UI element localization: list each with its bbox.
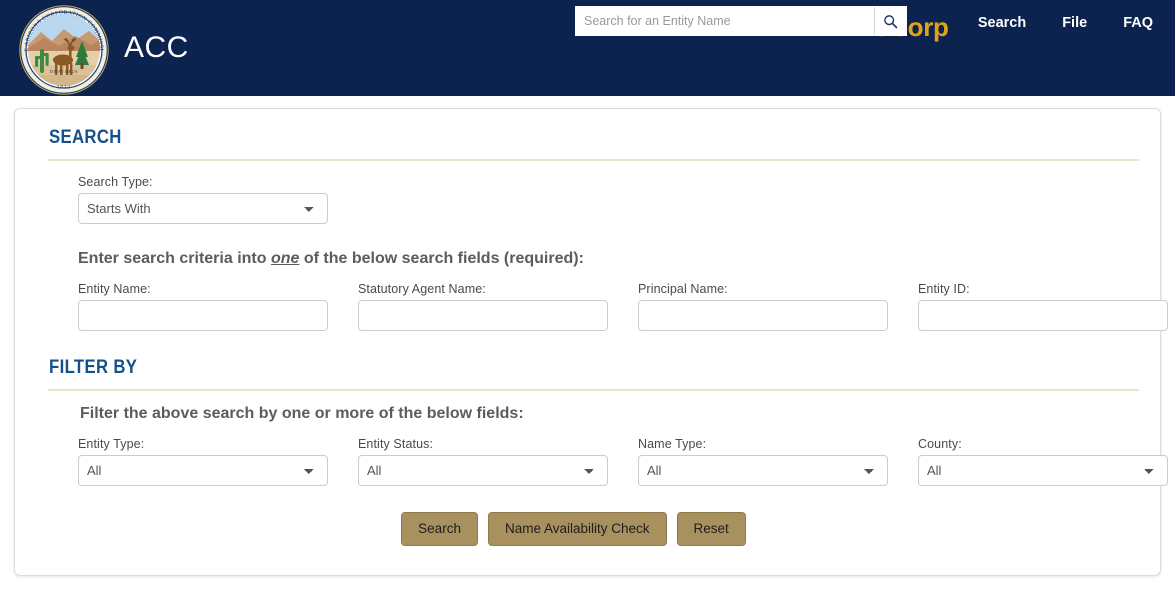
statutory-agent-name-input[interactable] [358,300,608,331]
name-availability-check-button[interactable]: Name Availability Check [487,512,667,546]
entity-id-input[interactable] [918,300,1168,331]
reset-button[interactable]: Reset [676,512,746,546]
acc-seal-icon: DITAT DEUS • 1912 • THE ARIZONA CORPORAT… [19,5,109,95]
filter-instruction: Filter the above search by one or more o… [80,405,524,422]
header-search-input[interactable] [576,7,874,35]
svg-text:DITAT DEUS: DITAT DEUS [50,69,78,74]
criteria-prefix: Enter search criteria into [78,250,271,267]
name-type-label: Name Type: [638,437,707,451]
entity-type-label: Entity Type: [78,437,145,451]
search-button[interactable]: Search [401,512,478,546]
entity-id-group: Entity ID: [918,282,1168,331]
search-criteria-instruction: Enter search criteria into one of the be… [78,250,1140,268]
main-nav: Search File FAQ [978,14,1153,32]
name-type-group: Name Type: All [638,437,888,486]
criteria-emphasis: one [270,250,300,267]
entity-type-select[interactable]: All [78,455,328,486]
filter-section-divider [48,389,1139,391]
search-card: SEARCH Search Type: Starts With Enter se… [14,108,1168,576]
principal-name-label: Principal Name: [638,282,728,296]
nav-item-search[interactable]: Search [978,14,1026,32]
nav-item-faq[interactable]: FAQ [1123,14,1153,32]
criteria-suffix: of the below search fields (required): [299,250,584,267]
brand-title: ACC [124,31,189,64]
search-section-divider [48,159,1139,161]
action-button-row: Search Name Availability Check Reset [35,512,1140,546]
acc-seal-logo[interactable]: DITAT DEUS • 1912 • THE ARIZONA CORPORAT… [19,5,109,95]
county-group: County: All [918,437,1168,486]
search-section-title: SEARCH [49,127,122,148]
principal-name-group: Principal Name: [638,282,888,331]
entity-status-label: Entity Status: [358,437,434,451]
entity-name-input[interactable] [78,300,328,331]
search-icon [884,14,898,28]
header-search [575,6,907,36]
page-body: SEARCH Search Type: Starts With Enter se… [0,96,1175,591]
statutory-agent-name-group: Statutory Agent Name: [358,282,608,331]
entity-status-group: Entity Status: All [358,437,608,486]
entity-status-select[interactable]: All [358,455,608,486]
entity-name-group: Entity Name: [78,282,328,331]
principal-name-input[interactable] [638,300,888,331]
search-type-group: Search Type: Starts With [78,175,1140,224]
county-label: County: [918,437,962,451]
search-type-label: Search Type: [78,175,153,189]
name-type-select[interactable]: All [638,455,888,486]
statutory-agent-name-label: Statutory Agent Name: [358,282,486,296]
nav-item-file[interactable]: File [1062,14,1087,32]
site-header: DITAT DEUS • 1912 • THE ARIZONA CORPORAT… [0,0,1175,96]
header-search-button[interactable] [874,7,906,35]
entity-name-label: Entity Name: [78,282,151,296]
entity-type-group: Entity Type: All [78,437,328,486]
filter-section: FILTER BY Filter the above search by one… [35,357,1168,486]
county-select[interactable]: All [918,455,1168,486]
search-fields-row: Entity Name: Statutory Agent Name: Princ… [78,282,1168,331]
search-type-select[interactable]: Starts With [78,193,328,224]
filter-fields-row: Entity Type: All Entity Status: All Name… [78,437,1168,486]
svg-text:• 1912 •: • 1912 • [52,86,76,91]
entity-id-label: Entity ID: [918,282,970,296]
filter-section-title: FILTER BY [49,357,138,378]
